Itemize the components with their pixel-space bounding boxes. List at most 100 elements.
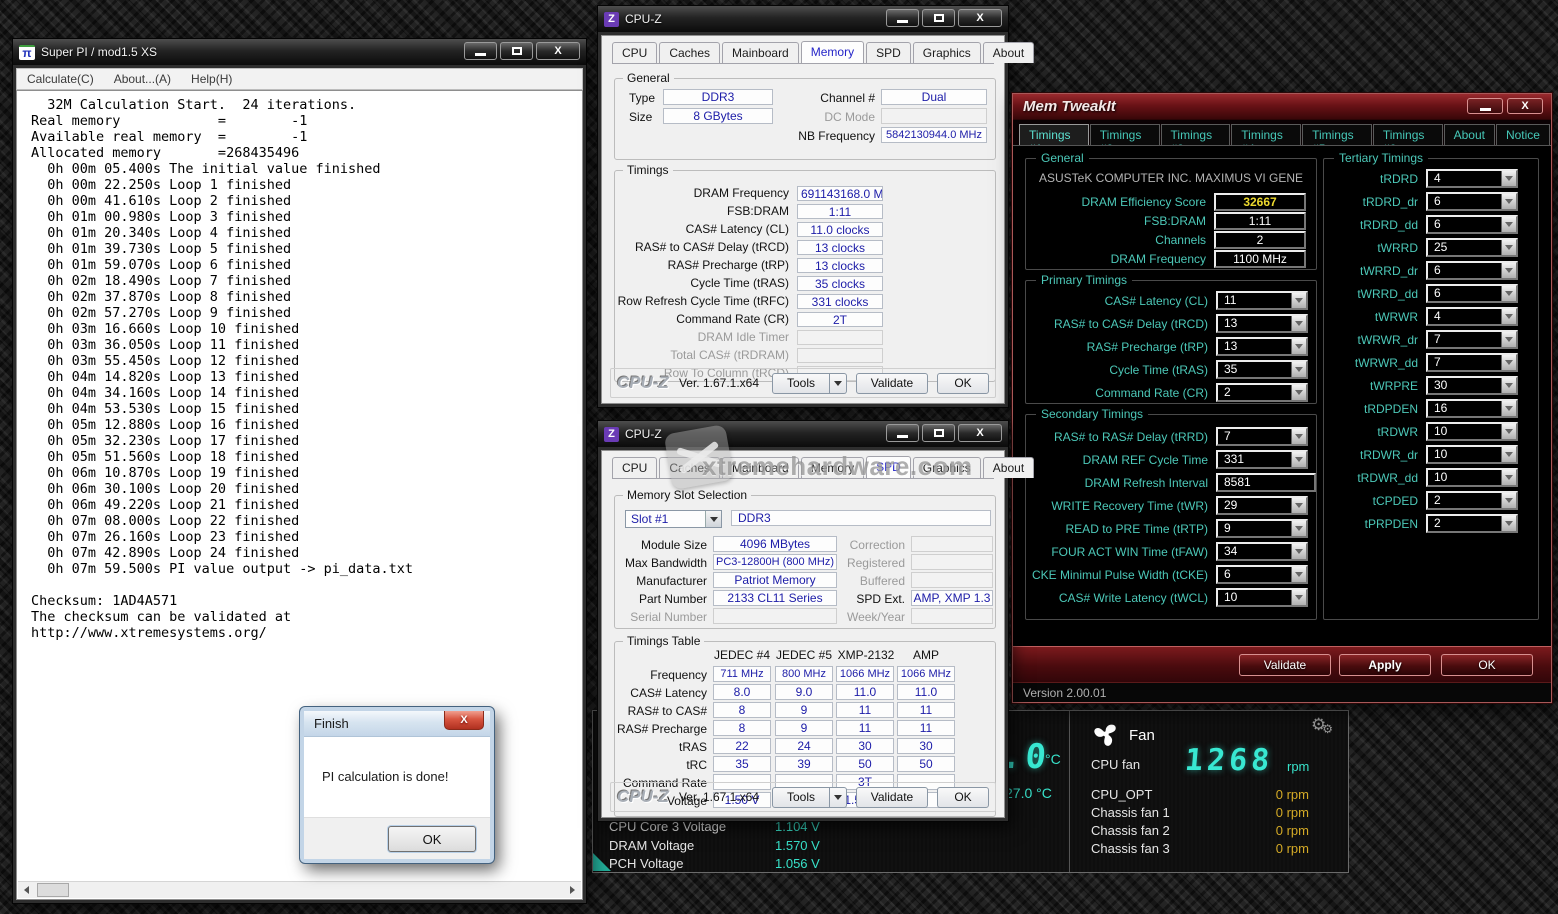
tab-timings-5[interactable]: Timings #5 <box>1302 124 1372 145</box>
dropdown-button[interactable] <box>1291 590 1306 605</box>
minimize-button[interactable] <box>886 9 919 27</box>
dropdown-button[interactable] <box>1501 447 1516 462</box>
validate-button[interactable]: Validate <box>856 373 928 394</box>
dropdown-button[interactable] <box>1501 355 1516 370</box>
validate-button[interactable]: Validate <box>856 787 928 808</box>
tab-timings-3[interactable]: Timings #3 <box>1161 124 1231 145</box>
tab-about[interactable]: About <box>983 42 1034 63</box>
dropdown-button[interactable] <box>1501 493 1516 508</box>
timing-combobox[interactable]: 2 <box>1216 383 1308 402</box>
minimize-button[interactable] <box>464 42 497 60</box>
timing-combobox[interactable]: 4 <box>1426 307 1518 326</box>
tab-spd[interactable]: SPD <box>866 456 911 478</box>
dropdown-button[interactable] <box>1501 332 1516 347</box>
close-button[interactable] <box>1507 98 1543 114</box>
dropdown-button[interactable] <box>1501 470 1516 485</box>
menu-calculate[interactable]: Calculate(C) <box>17 72 104 86</box>
timing-combobox[interactable]: 4 <box>1426 169 1518 188</box>
tab-timings-4[interactable]: Timings #4 <box>1231 124 1301 145</box>
slot-selector[interactable]: Slot #1 <box>625 510 722 528</box>
dropdown-button[interactable] <box>1291 498 1306 513</box>
ok-button[interactable]: OK <box>937 787 989 808</box>
timing-combobox[interactable]: 10 <box>1216 588 1308 607</box>
timing-combobox[interactable]: 29 <box>1216 496 1308 515</box>
timing-combobox[interactable]: 6 <box>1426 284 1518 303</box>
memtweakit-titlebar[interactable]: Mem TweakIt <box>1013 94 1551 120</box>
timing-combobox[interactable]: 10 <box>1426 445 1518 464</box>
timing-combobox[interactable]: 7 <box>1426 353 1518 372</box>
timing-field[interactable]: 8581 <box>1216 473 1316 492</box>
timing-combobox[interactable]: 10 <box>1426 468 1518 487</box>
dropdown-button[interactable] <box>1291 544 1306 559</box>
cpuz-titlebar[interactable]: Z CPU-Z <box>598 6 1008 32</box>
ok-button[interactable]: OK <box>1441 654 1533 676</box>
tab-graphics[interactable]: Graphics <box>913 42 981 63</box>
dropdown-button[interactable] <box>1291 316 1306 331</box>
tab-memory[interactable]: Memory <box>801 457 864 478</box>
dropdown-button[interactable] <box>1291 452 1306 467</box>
menu-help[interactable]: Help(H) <box>181 72 242 86</box>
tab-timings-2[interactable]: Timings #2 <box>1090 124 1160 145</box>
dropdown-button[interactable] <box>1501 516 1516 531</box>
ok-button[interactable]: OK <box>937 373 989 394</box>
minimize-button[interactable] <box>886 424 919 442</box>
timing-combobox[interactable]: 2 <box>1426 514 1518 533</box>
dropdown-button[interactable] <box>1291 339 1306 354</box>
close-button[interactable] <box>958 9 1002 27</box>
timing-combobox[interactable]: 7 <box>1426 330 1518 349</box>
tools-dropdown-button[interactable] <box>830 787 847 808</box>
tab-about[interactable]: About <box>1444 124 1495 145</box>
maximize-button[interactable] <box>922 9 955 27</box>
timing-combobox[interactable]: 331 <box>1216 450 1308 469</box>
timing-combobox[interactable]: 13 <box>1216 337 1308 356</box>
timing-combobox[interactable]: 35 <box>1216 360 1308 379</box>
timing-combobox[interactable]: 25 <box>1426 238 1518 257</box>
timing-combobox[interactable]: 10 <box>1426 422 1518 441</box>
close-button[interactable] <box>958 424 1002 442</box>
dropdown-button[interactable] <box>1501 378 1516 393</box>
tab-timings-6[interactable]: Timings #6 <box>1373 124 1443 145</box>
timing-combobox[interactable]: 6 <box>1426 215 1518 234</box>
dropdown-button[interactable] <box>1501 171 1516 186</box>
tab-mainboard[interactable]: Mainboard <box>722 42 799 63</box>
tab-about[interactable]: About <box>983 457 1034 478</box>
dropdown-button[interactable] <box>1501 240 1516 255</box>
timing-combobox[interactable]: 13 <box>1216 314 1308 333</box>
dropdown-button[interactable] <box>1291 567 1306 582</box>
tools-button[interactable]: Tools <box>772 787 830 808</box>
timing-combobox[interactable]: 30 <box>1426 376 1518 395</box>
tools-button[interactable]: Tools <box>772 373 830 394</box>
timing-combobox[interactable]: 11 <box>1216 291 1308 310</box>
timing-combobox[interactable]: 7 <box>1216 427 1308 446</box>
tab-caches[interactable]: Caches <box>659 42 720 63</box>
dropdown-button[interactable] <box>1501 309 1516 324</box>
maximize-button[interactable] <box>922 424 955 442</box>
close-button[interactable] <box>444 711 484 730</box>
tools-dropdown-button[interactable] <box>830 373 847 394</box>
dropdown-button[interactable] <box>1501 401 1516 416</box>
apply-button[interactable]: Apply <box>1339 654 1431 676</box>
timing-combobox[interactable]: 6 <box>1426 261 1518 280</box>
superpi-titlebar[interactable]: Super PI / mod1.5 XS <box>13 39 586 65</box>
tab-spd[interactable]: SPD <box>866 42 911 63</box>
ok-button[interactable]: OK <box>388 826 476 852</box>
minimize-button[interactable] <box>1467 98 1503 114</box>
close-button[interactable] <box>536 42 580 60</box>
dropdown-button[interactable] <box>1291 521 1306 536</box>
timing-combobox[interactable]: 16 <box>1426 399 1518 418</box>
scroll-left-button[interactable] <box>18 882 35 898</box>
scrollbar-thumb[interactable] <box>37 883 69 897</box>
tab-graphics[interactable]: Graphics <box>913 457 981 478</box>
settings-gear-icon[interactable]: ⚙⚙ <box>1311 715 1337 735</box>
timing-combobox[interactable]: 2 <box>1426 491 1518 510</box>
validate-button[interactable]: Validate <box>1239 654 1331 676</box>
timing-combobox[interactable]: 6 <box>1426 192 1518 211</box>
dropdown-button[interactable] <box>1291 385 1306 400</box>
tab-cpu[interactable]: CPU <box>612 42 657 63</box>
timing-combobox[interactable]: 6 <box>1216 565 1308 584</box>
scroll-right-button[interactable] <box>564 882 581 898</box>
maximize-button[interactable] <box>500 42 533 60</box>
menu-about[interactable]: About...(A) <box>104 72 181 86</box>
slot-dropdown-button[interactable] <box>705 511 721 527</box>
timing-combobox[interactable]: 34 <box>1216 542 1308 561</box>
